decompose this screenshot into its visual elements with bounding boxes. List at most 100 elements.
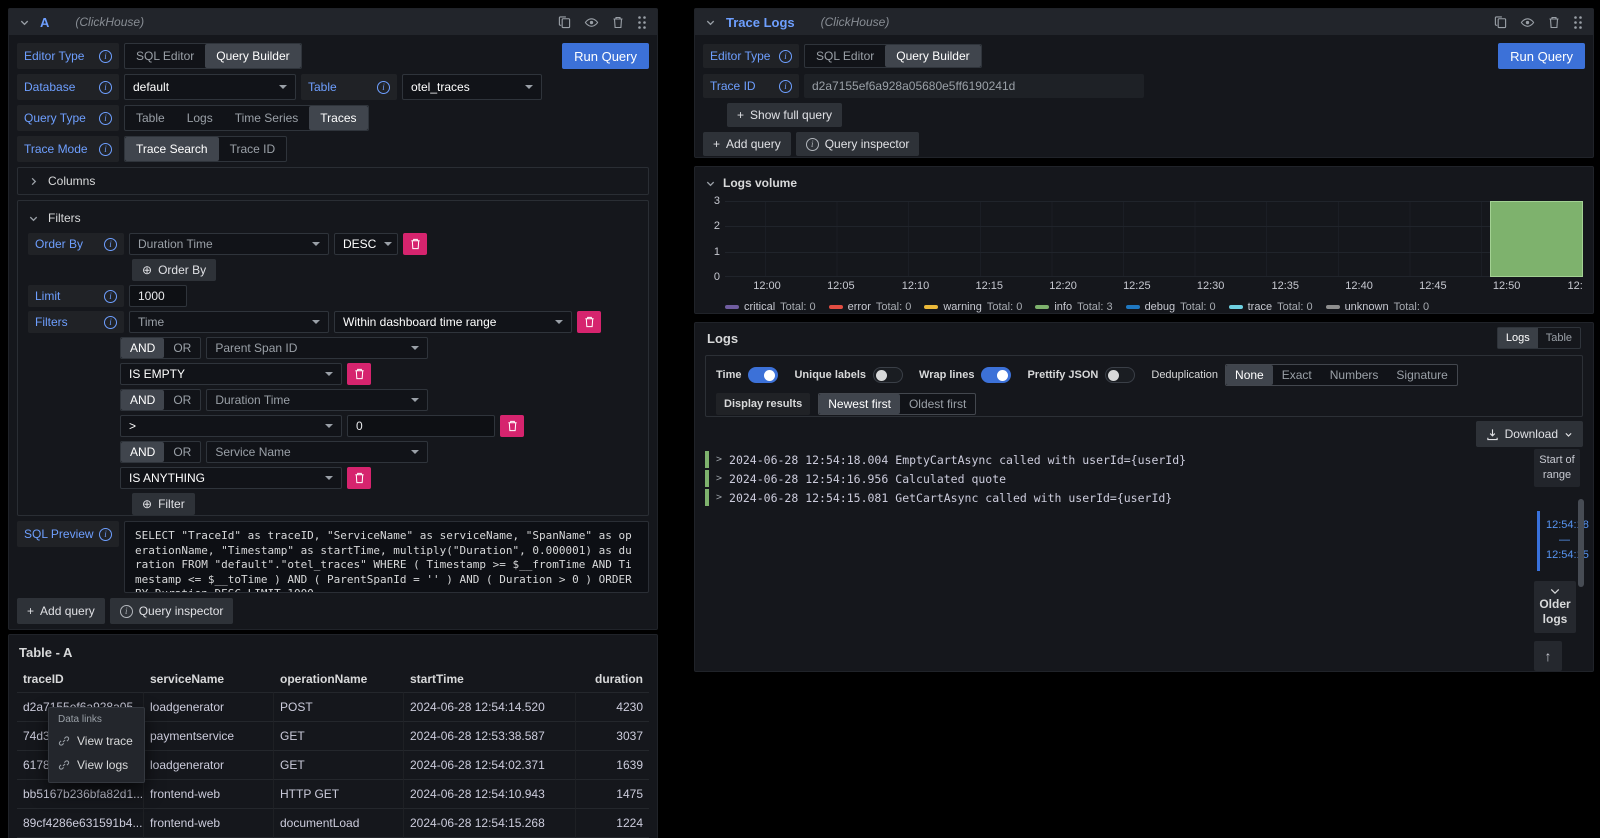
add-query-button[interactable]: +Add query xyxy=(703,132,791,156)
trace-mode-search[interactable]: Trace Search xyxy=(125,137,219,161)
info-logs-bar[interactable] xyxy=(1490,201,1583,277)
eye-icon[interactable] xyxy=(1520,15,1535,30)
view-table-option[interactable]: Table xyxy=(1538,328,1580,348)
filter-value-input[interactable]: 0 xyxy=(347,415,495,437)
expand-chevron-icon[interactable]: > xyxy=(716,492,722,503)
trace-id-input[interactable]: d2a7155ef6a928a05680e5ff6190241d xyxy=(804,74,1144,98)
order-by-field-select[interactable]: Duration Time xyxy=(129,233,329,255)
order-by-direction-select[interactable]: DESC xyxy=(334,233,398,255)
info-icon[interactable]: i xyxy=(377,81,390,94)
info-icon[interactable]: i xyxy=(104,290,117,303)
view-logs-link[interactable]: View logs xyxy=(49,753,144,777)
editor-type-sql-editor[interactable]: SQL Editor xyxy=(125,44,205,68)
legend-item-debug[interactable]: debugTotal: 0 xyxy=(1126,301,1216,313)
legend-item-trace[interactable]: traceTotal: 0 xyxy=(1229,301,1313,313)
newest-first-option[interactable]: Newest first xyxy=(819,394,900,414)
dedup-exact[interactable]: Exact xyxy=(1273,365,1321,385)
eye-icon[interactable] xyxy=(584,15,599,30)
expand-chevron-icon[interactable]: > xyxy=(716,454,722,465)
plot-area[interactable] xyxy=(725,201,1583,277)
unique-labels-switch[interactable] xyxy=(873,367,903,383)
dedup-numbers[interactable]: Numbers xyxy=(1321,365,1388,385)
log-row[interactable]: > 2024-06-28 12:54:16.956 Calculated quo… xyxy=(705,470,1503,487)
filter-field-select[interactable]: Time xyxy=(129,311,329,333)
info-icon[interactable]: i xyxy=(99,112,112,125)
info-icon[interactable]: i xyxy=(99,81,112,94)
info-icon[interactable]: i xyxy=(99,50,112,63)
dedup-signature[interactable]: Signature xyxy=(1387,365,1456,385)
filter-operator-select[interactable]: IS ANYTHING xyxy=(120,467,342,489)
info-icon[interactable]: i xyxy=(104,316,117,329)
legend-item-warning[interactable]: warningTotal: 0 xyxy=(924,301,1022,313)
and-option[interactable]: AND xyxy=(121,442,164,462)
legend-item-info[interactable]: infoTotal: 3 xyxy=(1035,301,1112,313)
expand-chevron-icon[interactable]: > xyxy=(716,473,722,484)
oldest-first-option[interactable]: Oldest first xyxy=(900,394,975,414)
query-type-logs[interactable]: Logs xyxy=(176,106,224,130)
editor-type-query-builder[interactable]: Query Builder xyxy=(205,44,300,68)
remove-filter-button[interactable] xyxy=(347,467,371,489)
trace-id-link[interactable]: 89cf4286e631591b4... xyxy=(17,808,144,837)
logs-volume-header[interactable]: Logs volume xyxy=(705,173,1583,193)
filter-field-select[interactable]: Duration Time xyxy=(206,389,428,411)
and-option[interactable]: AND xyxy=(121,390,164,410)
log-row[interactable]: > 2024-06-28 12:54:15.081 GetCartAsync c… xyxy=(705,489,1503,506)
legend-item-unknown[interactable]: unknownTotal: 0 xyxy=(1326,301,1430,313)
scroll-to-top-button[interactable]: ↑ xyxy=(1534,641,1562,671)
view-trace-link[interactable]: View trace xyxy=(49,729,144,753)
query-type-table[interactable]: Table xyxy=(125,106,176,130)
legend-item-error[interactable]: errorTotal: 0 xyxy=(829,301,912,313)
column-header[interactable]: traceID xyxy=(17,666,144,692)
remove-filter-button[interactable] xyxy=(500,415,524,437)
info-icon[interactable]: i xyxy=(779,50,792,63)
chevron-down-icon[interactable] xyxy=(19,17,30,28)
info-icon[interactable]: i xyxy=(104,238,117,251)
column-header[interactable]: operationName xyxy=(274,666,404,692)
trash-icon[interactable] xyxy=(612,16,624,29)
run-query-button[interactable]: Run Query xyxy=(1498,43,1585,69)
add-order-by-button[interactable]: ⊕Order By xyxy=(132,259,216,281)
database-select[interactable]: default xyxy=(124,74,296,100)
info-icon[interactable]: i xyxy=(99,528,112,541)
download-button[interactable]: Download xyxy=(1476,421,1583,447)
filter-operator-select[interactable]: > xyxy=(120,415,342,437)
filter-operator-select[interactable]: Within dashboard time range xyxy=(334,311,572,333)
columns-section-header[interactable]: Columns xyxy=(18,168,648,194)
chevron-down-icon[interactable] xyxy=(705,17,716,28)
run-query-button[interactable]: Run Query xyxy=(562,43,649,69)
query-inspector-button[interactable]: iQuery inspector xyxy=(110,598,234,624)
query-inspector-button[interactable]: iQuery inspector xyxy=(796,132,920,156)
remove-filter-button[interactable] xyxy=(347,363,371,385)
prettify-json-switch[interactable] xyxy=(1105,367,1135,383)
time-switch[interactable] xyxy=(748,367,778,383)
remove-order-by-button[interactable] xyxy=(403,233,427,255)
limit-input[interactable]: 1000 xyxy=(129,285,187,307)
editor-type-sql-editor[interactable]: SQL Editor xyxy=(805,45,885,67)
drag-handle-icon[interactable] xyxy=(637,15,647,30)
table-select[interactable]: otel_traces xyxy=(402,74,542,100)
remove-filter-button[interactable] xyxy=(577,311,601,333)
duplicate-icon[interactable] xyxy=(558,15,571,29)
or-option[interactable]: OR xyxy=(164,338,200,358)
and-option[interactable]: AND xyxy=(121,338,164,358)
trash-icon[interactable] xyxy=(1548,16,1560,29)
dedup-none[interactable]: None xyxy=(1226,365,1273,385)
add-filter-button[interactable]: ⊕Filter xyxy=(132,493,195,515)
duplicate-icon[interactable] xyxy=(1494,15,1507,29)
log-minimap-scrollbar[interactable] xyxy=(1578,499,1584,587)
filter-field-select[interactable]: Parent Span ID xyxy=(206,337,428,359)
add-query-button[interactable]: +Add query xyxy=(17,598,105,624)
older-logs-button[interactable]: Older logs xyxy=(1534,581,1576,633)
filter-operator-select[interactable]: IS EMPTY xyxy=(120,363,342,385)
filters-section-header[interactable]: Filters xyxy=(28,209,638,227)
column-header[interactable]: serviceName xyxy=(144,666,274,692)
log-row[interactable]: > 2024-06-28 12:54:18.004 EmptyCartAsync… xyxy=(705,451,1503,468)
column-header[interactable]: startTime xyxy=(404,666,576,692)
trace-mode-id[interactable]: Trace ID xyxy=(219,137,287,161)
or-option[interactable]: OR xyxy=(164,390,200,410)
log-minimap-range-bar[interactable] xyxy=(1537,511,1540,571)
view-logs-option[interactable]: Logs xyxy=(1498,328,1538,348)
legend-item-critical[interactable]: criticalTotal: 0 xyxy=(725,301,816,313)
query-type-traces[interactable]: Traces xyxy=(309,106,367,130)
column-header[interactable]: duration xyxy=(576,666,649,692)
